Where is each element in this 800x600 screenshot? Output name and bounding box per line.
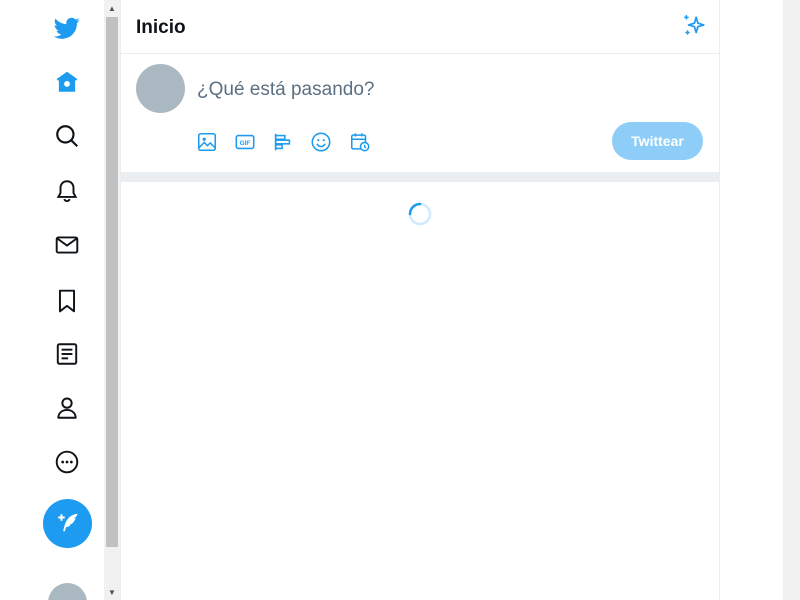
timeline-header: Inicio [121,0,720,54]
bookmark-icon[interactable] [45,279,89,323]
tweet-submit-button[interactable]: Twittear [612,122,703,160]
gif-label: GIF [240,140,251,147]
scrollbar-thumb[interactable] [106,17,118,547]
gif-icon[interactable]: GIF [233,130,257,154]
twitter-logo-icon[interactable] [45,6,89,50]
tweet-composer: GIF Twittear [121,54,720,172]
tweet-input[interactable] [197,78,697,102]
list-icon[interactable] [45,332,89,376]
schedule-icon[interactable] [348,130,372,154]
more-icon[interactable] [45,440,89,484]
sparkle-icon[interactable] [681,13,707,39]
home-icon[interactable] [45,60,89,104]
app-root: ▲ ▼ Inicio GIF [0,0,800,600]
mail-icon[interactable] [45,223,89,267]
compose-feather-icon [57,513,78,531]
avatar[interactable] [136,64,185,113]
scroll-down-arrow-icon[interactable]: ▼ [104,584,120,600]
emoji-icon[interactable] [309,130,333,154]
search-icon[interactable] [45,114,89,158]
page-scrollbar[interactable] [783,0,800,600]
page-title: Inicio [136,17,186,38]
compose-tweet-button[interactable] [43,499,92,548]
section-divider [121,172,720,182]
main-timeline: Inicio GIF T [120,0,720,600]
image-icon[interactable] [195,130,219,154]
scroll-up-arrow-icon[interactable]: ▲ [104,0,120,16]
loading-spinner-icon [408,202,432,226]
bell-icon[interactable] [45,169,89,213]
nav-scrollbar[interactable]: ▲ ▼ [104,0,120,600]
profile-icon[interactable] [45,386,89,430]
poll-icon[interactable] [271,130,295,154]
left-nav [0,0,104,600]
avatar[interactable] [48,583,87,600]
